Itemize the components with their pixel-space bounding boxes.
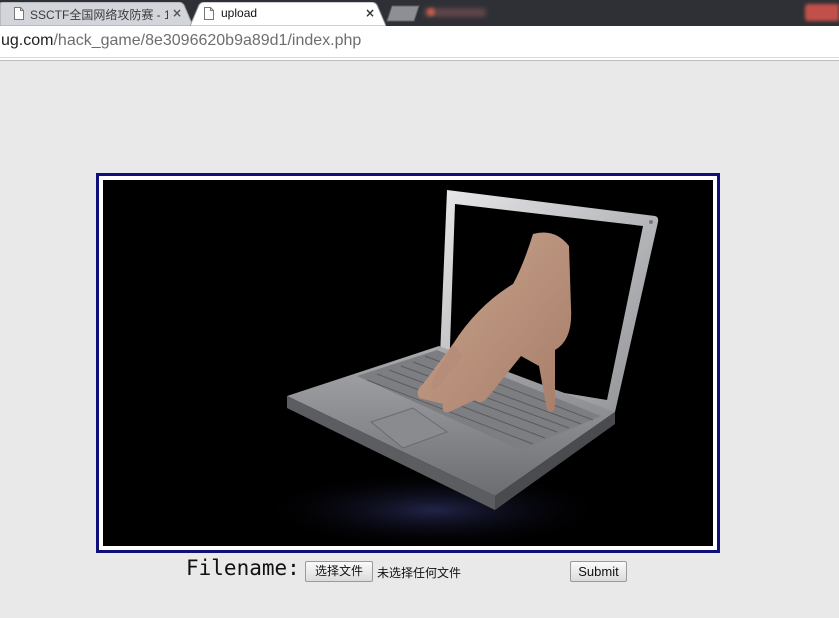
browser-tab-strip: SSCTF全国网络攻防赛 - 1 × upload ×: [0, 0, 839, 26]
address-bar[interactable]: ug.com/hack_game/8e3096620b9a89d1/index.…: [1, 32, 361, 50]
browser-toolbar: ug.com/hack_game/8e3096620b9a89d1/index.…: [0, 26, 839, 61]
url-host: ug.com: [1, 32, 54, 49]
url-path: /hack_game/8e3096620b9a89d1/index.php: [53, 32, 362, 49]
tab-title: SSCTF全国网络攻防赛 - 1: [30, 8, 168, 22]
blurred-area: [427, 8, 435, 16]
choose-file-button[interactable]: 选择文件: [305, 561, 373, 582]
page-icon: [204, 7, 214, 20]
submit-button[interactable]: Submit: [570, 561, 627, 582]
page-icon: [14, 7, 24, 20]
divider: [0, 57, 839, 58]
laptop-hand-image: [103, 180, 713, 546]
close-tab-icon[interactable]: ×: [365, 6, 375, 20]
hero-image-frame: [96, 173, 720, 553]
new-tab-button[interactable]: [386, 5, 420, 22]
filename-label: Filename:: [186, 556, 300, 580]
tab-upload[interactable]: upload ×: [190, 2, 386, 26]
tab-title: upload: [221, 6, 258, 20]
close-tab-icon[interactable]: ×: [172, 6, 182, 20]
file-status-text: 未选择任何文件: [377, 566, 462, 580]
tab-ssctf[interactable]: SSCTF全国网络攻防赛 - 1 ×: [0, 2, 193, 26]
blurred-area: [805, 4, 839, 21]
